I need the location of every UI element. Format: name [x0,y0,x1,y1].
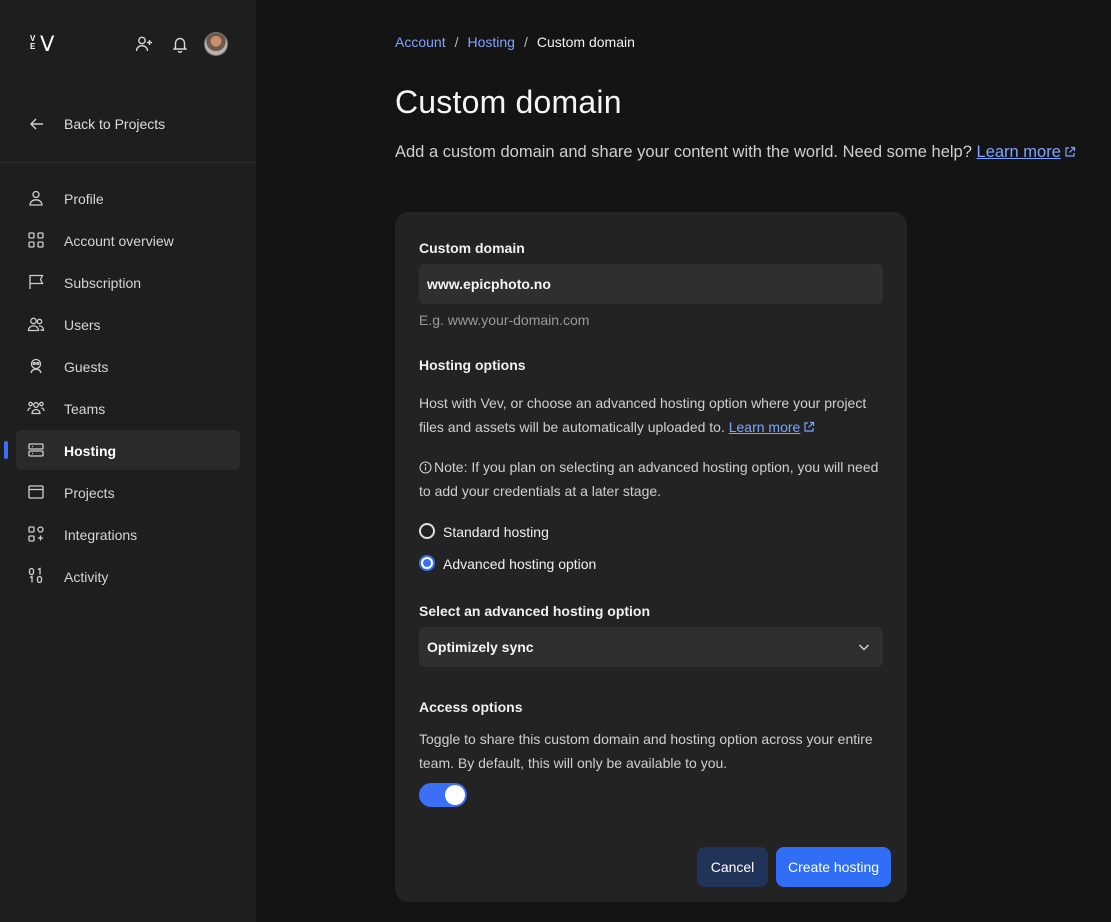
page-title: Custom domain [395,84,622,120]
info-icon [419,461,432,474]
flag-icon [27,273,45,291]
sidebar-item-label: Activity [64,569,109,585]
sidebar-item-users[interactable]: Users [16,304,240,344]
breadcrumb-separator: / [454,34,459,50]
sidebar-item-label: Projects [64,485,115,501]
chevron-down-icon [858,644,870,651]
hosting-option-select[interactable]: Optimizely sync [419,627,883,667]
active-indicator [4,441,8,459]
sidebar-item-hosting[interactable]: Hosting [4,430,240,470]
sidebar-item-label: Profile [64,191,104,207]
logo-small-bottom: E [30,42,37,51]
avatar[interactable] [204,32,228,56]
page-subtitle: Add a custom domain and share your conte… [395,143,1076,162]
sidebar: V E V Back to Projects Profile Account o… [0,0,256,922]
access-options-heading: Access options [419,699,523,715]
back-label: Back to Projects [64,116,166,132]
arrow-left-icon [27,114,47,134]
breadcrumb-separator: / [523,34,528,50]
sidebar-item-profile[interactable]: Profile [16,178,240,218]
sidebar-item-label: Hosting [64,443,117,459]
sidebar-item-account-overview[interactable]: Account overview [16,220,240,260]
advanced-hosting-label[interactable]: Advanced hosting option [443,556,596,572]
access-options-description: Toggle to share this custom domain and h… [419,731,873,771]
advanced-hosting-radio[interactable] [419,555,435,571]
sidebar-item-label: Users [64,317,101,333]
sidebar-item-subscription[interactable]: Subscription [16,262,240,302]
cancel-button[interactable]: Cancel [697,847,768,887]
hosting-learn-more-link[interactable]: Learn more [729,419,801,435]
sidebar-item-teams[interactable]: Teams [16,388,240,428]
toggle-knob [445,785,465,805]
sidebar-item-label: Integrations [64,527,138,543]
sidebar-item-activity[interactable]: Activity [16,556,240,596]
hosting-options-description: Host with Vev, or choose an advanced hos… [419,391,889,439]
external-link-icon [804,421,815,432]
breadcrumb: Account / Hosting / Custom domain [395,34,635,50]
sidebar-item-integrations[interactable]: Integrations [16,514,240,554]
server-icon [27,441,45,459]
custom-domain-form: Custom domain www.epicphoto.no E.g. www.… [395,212,907,902]
sidebar-item-label: Teams [64,401,106,417]
bell-icon[interactable] [170,34,190,54]
user-plus-icon[interactable] [134,34,154,54]
team-share-toggle[interactable] [419,783,467,807]
sidebar-divider [0,162,256,163]
user-icon [27,189,45,207]
custom-domain-hint: E.g. www.your-domain.com [419,312,590,328]
sidebar-item-guests[interactable]: Guests [16,346,240,386]
breadcrumb-account[interactable]: Account [395,34,446,50]
select-hosting-label: Select an advanced hosting option [419,603,651,619]
external-link-icon [1065,146,1076,157]
sidebar-item-projects[interactable]: Projects [16,472,240,512]
standard-hosting-label[interactable]: Standard hosting [443,524,549,540]
subtitle-text: Add a custom domain and share your conte… [395,143,972,161]
breadcrumb-current: Custom domain [536,34,635,50]
integrations-icon [27,525,45,543]
grid-icon [27,231,45,249]
sidebar-header: V E V [0,0,256,88]
sidebar-item-label: Subscription [64,275,142,291]
select-value: Optimizely sync [427,639,534,655]
create-hosting-button[interactable]: Create hosting [776,847,891,887]
vev-logo[interactable]: V E V [30,33,60,55]
sidebar-item-label: Account overview [64,233,174,249]
custom-domain-input[interactable]: www.epicphoto.no [419,264,883,304]
credentials-note: Note: If you plan on selecting an advanc… [419,455,889,503]
back-to-projects[interactable]: Back to Projects [0,104,256,144]
browser-window-icon [27,483,45,501]
learn-more-link[interactable]: Learn more [977,143,1061,161]
sidebar-item-label: Guests [64,359,109,375]
binary-icon [27,567,45,585]
hosting-options-heading: Hosting options [419,357,526,373]
teams-icon [27,399,45,417]
logo-big: V [40,32,55,56]
custom-domain-label: Custom domain [419,240,525,256]
breadcrumb-hosting[interactable]: Hosting [467,34,514,50]
sidebar-nav: Profile Account overview Subscription Us… [4,178,240,598]
guest-icon [27,357,45,375]
users-icon [27,315,45,333]
note-text: Note: If you plan on selecting an advanc… [419,459,879,499]
standard-hosting-radio[interactable] [419,523,435,539]
